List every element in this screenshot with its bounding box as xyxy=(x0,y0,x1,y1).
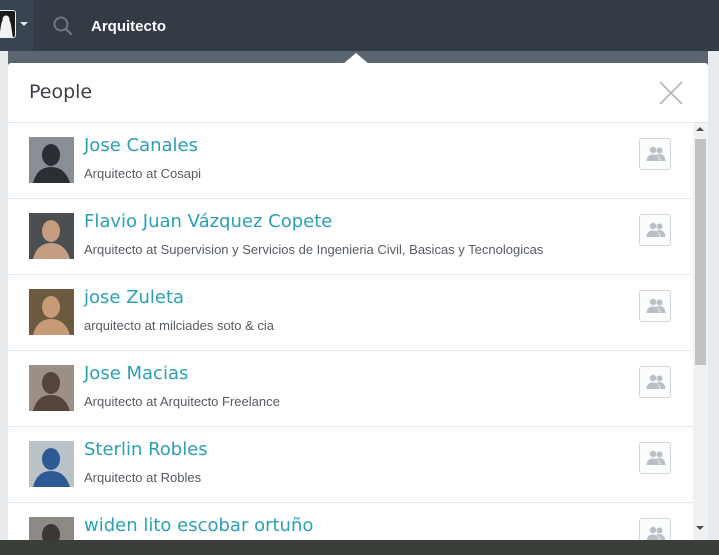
person-photo[interactable] xyxy=(29,365,74,411)
people-list-item[interactable]: widen lito escobar ortuño xyxy=(8,503,693,540)
scrollbar[interactable] xyxy=(693,123,708,540)
people-list-item[interactable]: jose Zuleta arquitecto at milciades soto… xyxy=(8,275,693,351)
person-headline: Arquitecto at Cosapi xyxy=(84,166,202,181)
page-background-left xyxy=(0,51,8,555)
connect-people-icon xyxy=(646,526,666,540)
people-list-item[interactable]: Jose Macias Arquitecto at Arquitecto Fre… xyxy=(8,351,693,427)
person-headline: Arquitecto at Arquitecto Freelance xyxy=(84,394,280,409)
top-bar xyxy=(0,0,719,51)
connect-button[interactable] xyxy=(639,366,671,398)
scroll-thumb[interactable] xyxy=(695,139,706,365)
avatar-icon xyxy=(0,15,13,37)
connect-button[interactable] xyxy=(639,138,671,170)
page-background-bottom xyxy=(0,540,719,555)
people-list: Jose Canales Arquitecto at Cosapi Flavio… xyxy=(8,123,693,540)
people-list-item[interactable]: Flavio Juan Vázquez Copete Arquitecto at… xyxy=(8,199,693,275)
person-photo[interactable] xyxy=(29,289,74,335)
connect-people-icon xyxy=(646,222,666,237)
search-input[interactable] xyxy=(91,12,491,40)
panel-title: People xyxy=(29,81,93,103)
chevron-down-icon[interactable] xyxy=(20,22,28,26)
connect-button[interactable] xyxy=(639,290,671,322)
person-headline: Arquitecto at Robles xyxy=(84,470,202,485)
connect-button[interactable] xyxy=(639,518,671,540)
connect-button[interactable] xyxy=(639,214,671,246)
people-results-panel: People Jose Canales Arquitecto at Cosapi xyxy=(8,63,708,540)
people-list-item[interactable]: Jose Canales Arquitecto at Cosapi xyxy=(8,123,693,199)
page-background-right xyxy=(708,51,719,555)
person-name-link[interactable]: Jose Macias xyxy=(84,363,188,384)
person-photo[interactable] xyxy=(29,137,74,183)
scroll-down-arrow-icon[interactable] xyxy=(696,526,704,530)
person-headline: arquitecto at milciades soto & cia xyxy=(84,318,275,333)
connect-people-icon xyxy=(646,374,666,389)
person-photo[interactable] xyxy=(29,517,74,540)
person-name-link[interactable]: Sterlin Robles xyxy=(84,439,208,460)
person-photo[interactable] xyxy=(29,441,74,487)
connect-button[interactable] xyxy=(639,442,671,474)
person-name-link[interactable]: Jose Canales xyxy=(84,135,198,156)
panel-header: People xyxy=(8,63,708,123)
person-headline: Arquitecto at Supervision y Servicios de… xyxy=(84,242,544,257)
profile-avatar-button[interactable] xyxy=(0,10,16,38)
close-icon[interactable] xyxy=(658,80,684,106)
person-name-link[interactable]: Flavio Juan Vázquez Copete xyxy=(84,211,332,232)
person-name-link[interactable]: jose Zuleta xyxy=(84,287,184,308)
connect-people-icon xyxy=(646,146,666,161)
search-icon[interactable] xyxy=(53,16,73,36)
connect-people-icon xyxy=(646,298,666,313)
connect-people-icon xyxy=(646,450,666,465)
scroll-up-arrow-icon[interactable] xyxy=(696,127,704,131)
search-bar xyxy=(33,0,719,51)
people-list-item[interactable]: Sterlin Robles Arquitecto at Robles xyxy=(8,427,693,503)
person-name-link[interactable]: widen lito escobar ortuño xyxy=(84,515,313,536)
person-photo[interactable] xyxy=(29,213,74,259)
